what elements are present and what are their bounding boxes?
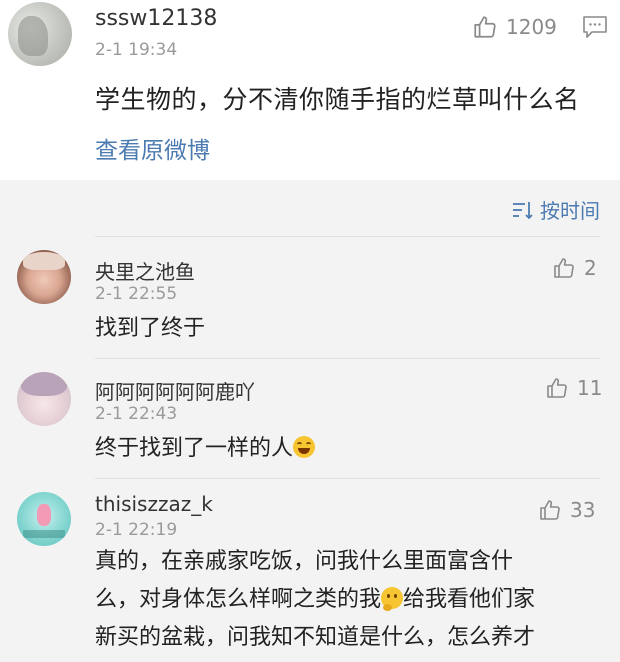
comment-text-part: 么，对身体怎么样啊之类的我 [95,587,382,612]
comment-text: 真的，在亲戚家吃饭，问我什么里面富含什 么，对身体怎么样啊之类的我 给我看他们家 … [95,543,535,657]
comment-text-line: 新买的盆栽，问我知不知道是什么，怎么养才 [95,625,536,650]
comment-username[interactable]: thisiszzaz_k [95,492,213,516]
sort-label: 按时间 [540,199,600,223]
timestamp: 2-1 19:34 [95,40,178,60]
original-post: sssw12138 2-1 19:34 1209 学生物的，分不清你随手指的烂草… [0,0,620,180]
thumbs-up-icon [474,16,496,38]
view-original-link[interactable]: 查看原微博 [95,131,210,165]
avatar[interactable] [17,372,71,426]
like-button[interactable]: 2 [552,256,597,280]
comment-text-line: 真的，在亲戚家吃饭，问我什么里面富含什 [95,549,514,574]
like-button[interactable]: 1209 [472,14,557,40]
thumbs-up-icon [540,500,560,520]
like-button[interactable]: 33 [538,498,595,522]
comments-section: 按时间 央里之池鱼 2-1 22:55 2 找到了终于 阿阿阿阿阿阿鹿吖 2-1… [0,180,620,662]
comment-text-part: 给我看他们家 [403,587,536,612]
comment-timestamp: 2-1 22:55 [95,284,178,304]
like-count: 11 [577,376,603,400]
comment-icon[interactable] [582,15,608,43]
sort-icon [513,201,533,219]
post-text: 学生物的，分不清你随手指的烂草叫什么名 [95,85,580,114]
thinking-emoji [381,587,404,611]
thumbs-up-icon [554,258,574,278]
comment-timestamp: 2-1 22:43 [95,404,178,424]
like-button[interactable]: 11 [545,376,602,400]
laughing-tears-emoji [293,436,316,458]
avatar[interactable] [17,250,71,304]
thumbs-up-icon [547,378,567,398]
avatar[interactable] [17,492,71,546]
comment-text-line: 么，对身体怎么样啊之类的我 给我看他们家 [95,581,535,619]
comment-text: 终于找到了一样的人 [95,430,316,468]
comment-text-content: 终于找到了一样的人 [95,436,294,461]
divider [95,236,600,237]
like-count: 2 [584,256,597,280]
comment-text: 找到了终于 [95,316,206,341]
like-count: 33 [570,498,596,522]
comment-username[interactable]: 阿阿阿阿阿阿鹿吖 [95,376,255,405]
username[interactable]: sssw12138 [95,6,217,31]
sort-by-time-button[interactable]: 按时间 [512,195,600,224]
divider [95,358,600,359]
comment-timestamp: 2-1 22:19 [95,520,178,540]
avatar[interactable] [8,2,72,66]
comment-username[interactable]: 央里之池鱼 [95,256,195,285]
divider [95,478,600,479]
like-count: 1209 [506,15,557,39]
